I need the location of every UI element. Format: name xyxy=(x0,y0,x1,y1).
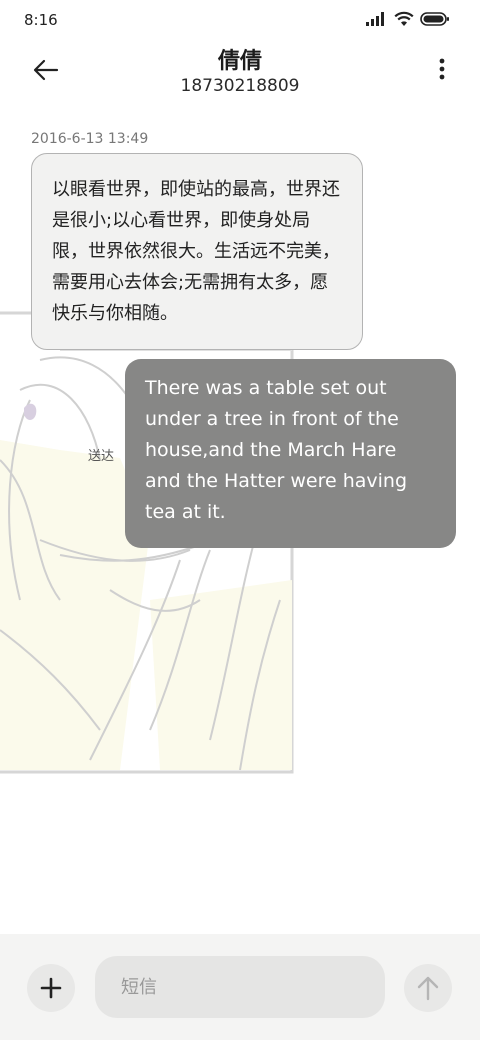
add-attachment-button[interactable] xyxy=(27,964,75,1012)
status-time: 8:16 xyxy=(24,11,58,29)
signal-icon xyxy=(366,12,384,26)
sms-input[interactable] xyxy=(95,956,385,1018)
contact-name: 倩倩 xyxy=(217,49,262,74)
delivery-status: 送达 xyxy=(88,449,115,464)
message-timestamp: 2016-6-13 13:49 xyxy=(31,131,149,147)
battery-icon xyxy=(420,12,449,26)
more-options-button[interactable] xyxy=(434,54,450,84)
plus-icon xyxy=(40,977,62,999)
arrow-up-icon xyxy=(417,976,439,1001)
wifi-icon xyxy=(394,11,414,26)
send-button[interactable] xyxy=(404,964,452,1012)
message-composer xyxy=(0,934,480,1040)
status-icons xyxy=(366,11,450,27)
incoming-message-bubble[interactable]: 以眼看世界，即使站的最高，世界还是很小;以心看世界，即使身处局限，世界依然很大。… xyxy=(31,153,363,350)
status-bar: 8:16 xyxy=(0,0,480,40)
outgoing-message-bubble[interactable]: There was a table set out under a tree i… xyxy=(125,359,456,548)
conversation-header: 倩倩 18730218809 xyxy=(0,40,480,110)
more-vertical-icon xyxy=(439,58,445,80)
contact-number: 18730218809 xyxy=(180,76,300,96)
